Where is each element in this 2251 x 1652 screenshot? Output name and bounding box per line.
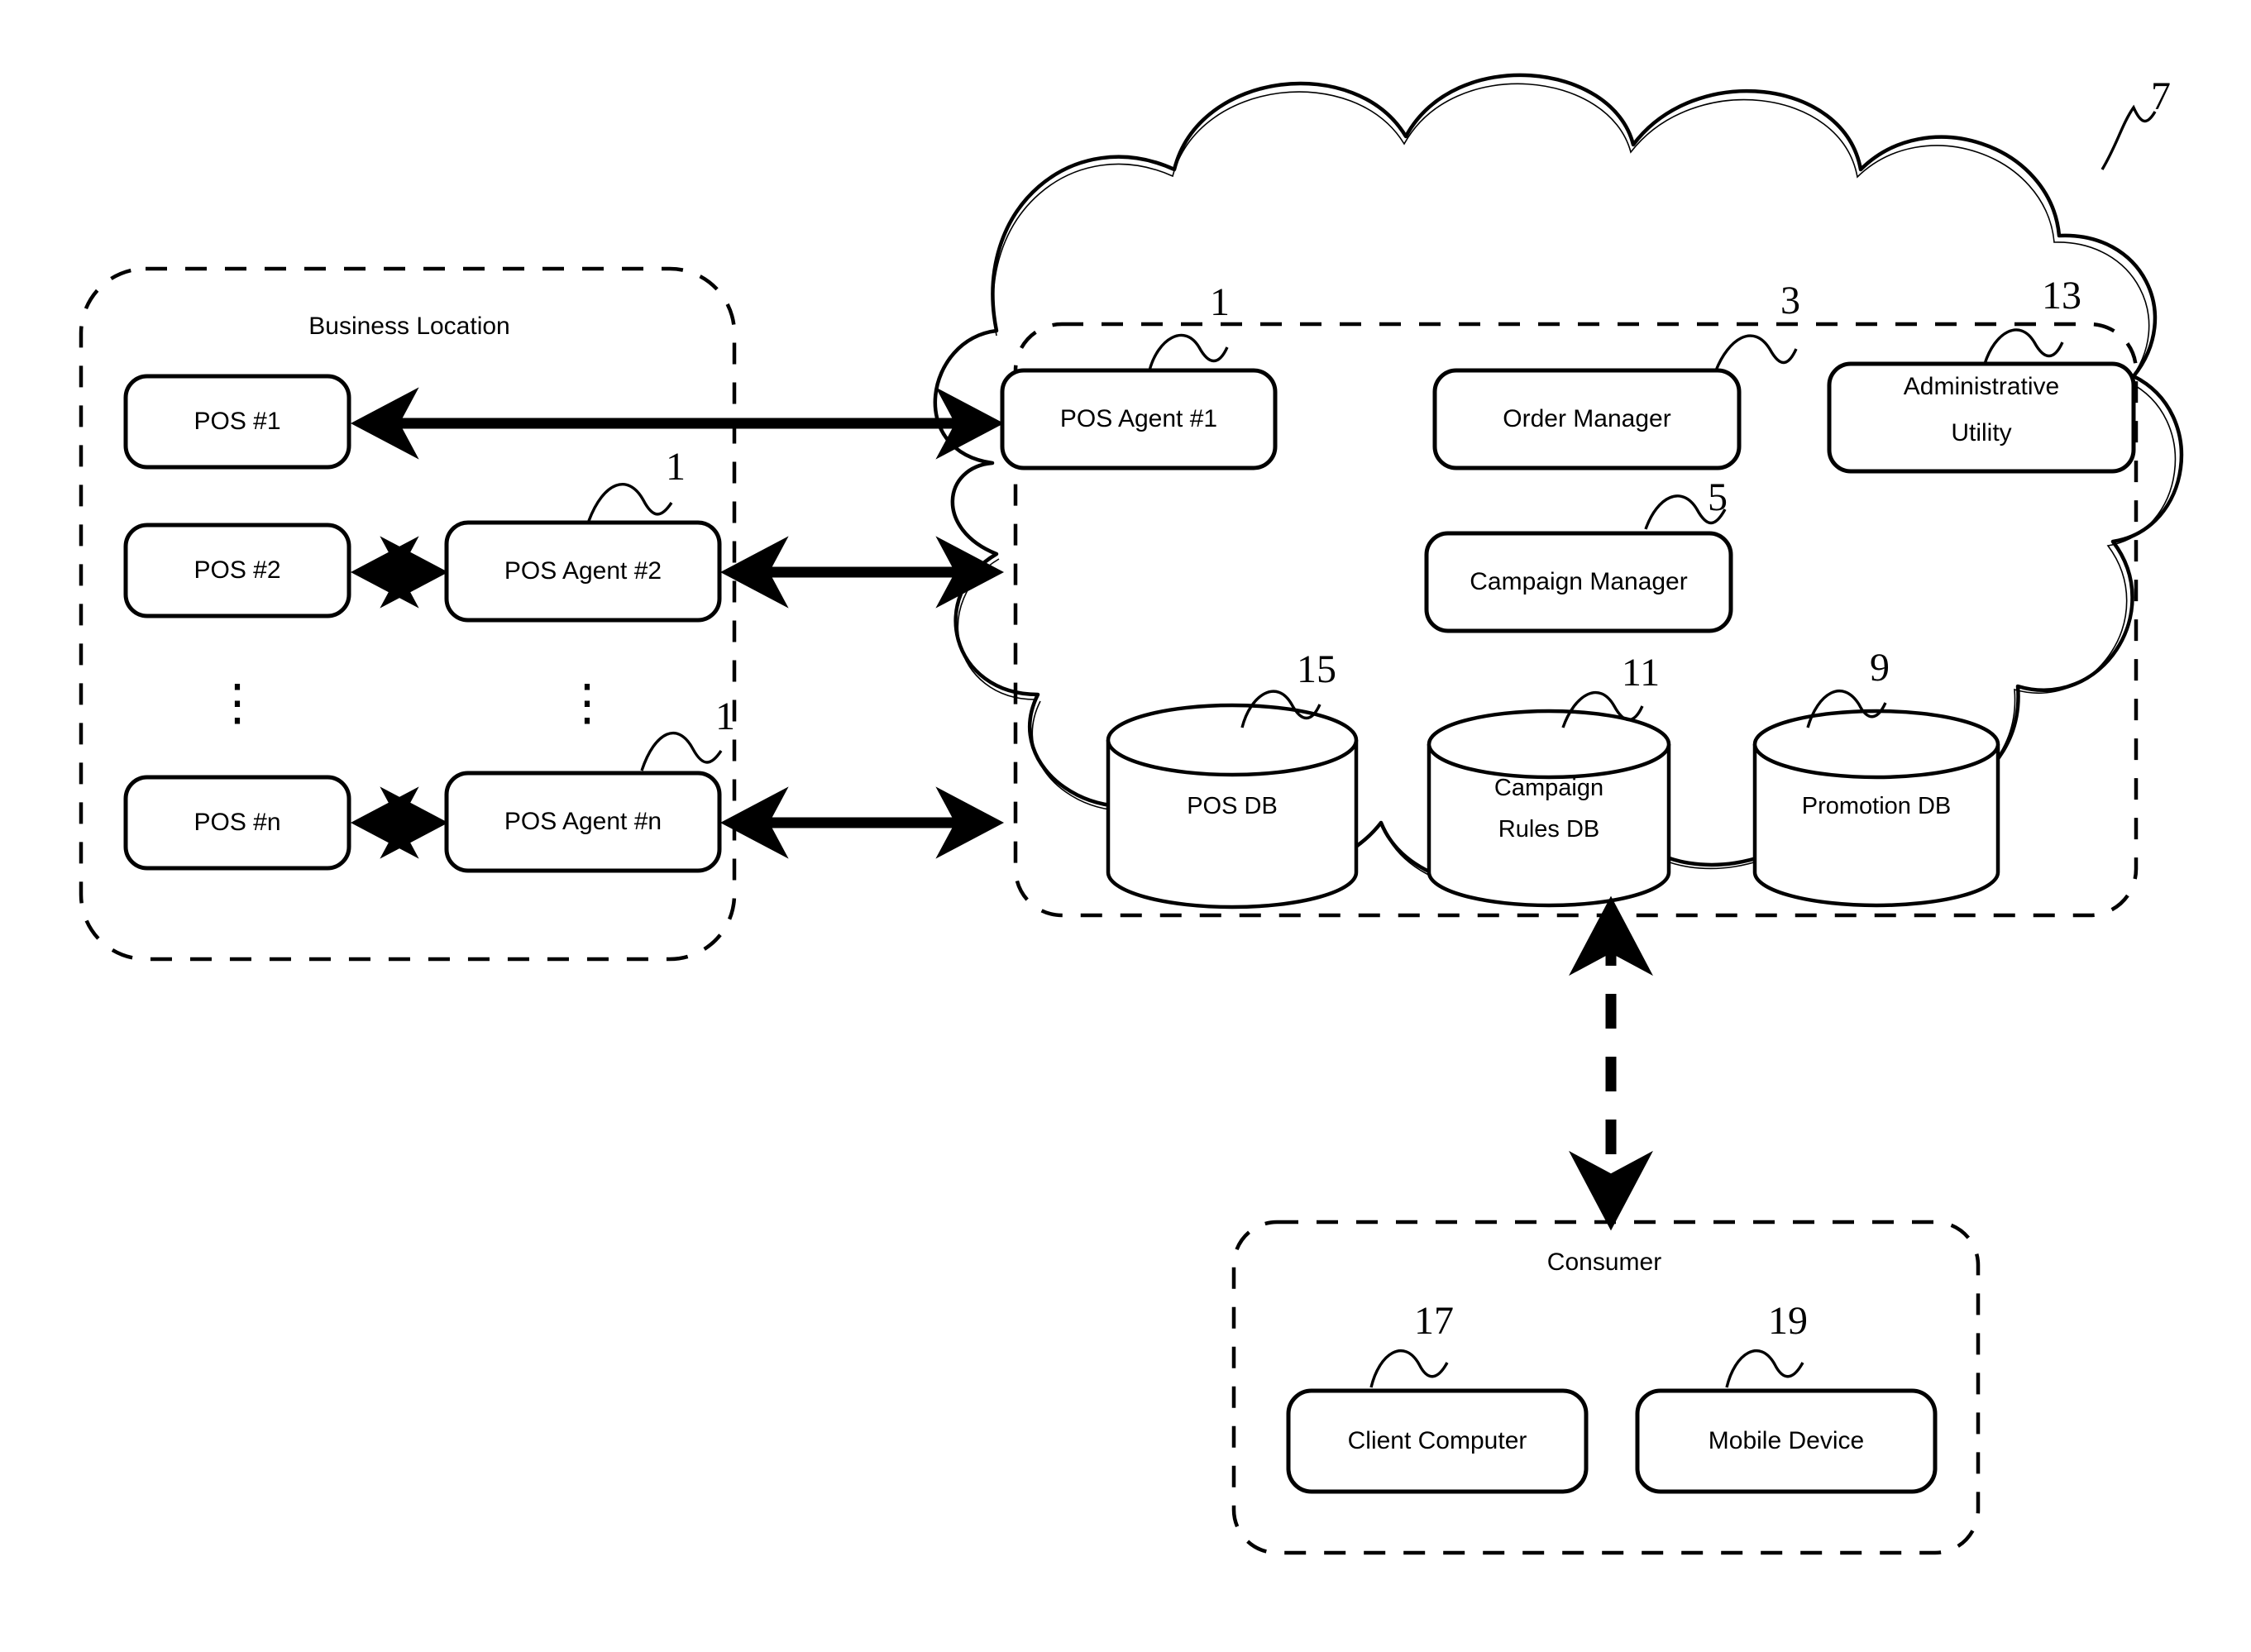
ref-leader-admin-utility	[1983, 328, 2064, 365]
ref-number-pos-agent-2: 1	[666, 444, 686, 489]
business-location-group-label: Business Location	[308, 313, 510, 341]
label-promotion-db: Promotion DB	[1801, 792, 1952, 819]
ref-number-pos-agent-1: 1	[1210, 279, 1230, 324]
ref-number-promotion-db: 9	[1870, 645, 1890, 690]
ref-leader-order-manager	[1714, 334, 1798, 371]
ref-number-mobile-device: 19	[1768, 1298, 1808, 1343]
ellipsis-pos-column: ⋮	[213, 674, 262, 730]
ref-leader-mobile-device	[1725, 1349, 1804, 1388]
ref-number-campaign-manager: 5	[1708, 475, 1728, 519]
label-pos-agent-n: POS Agent #n	[504, 808, 662, 836]
label-pos-n: POS #n	[194, 809, 281, 837]
label-administrative-utility-line2: Utility	[1951, 419, 2012, 447]
label-administrative-utility-line1: Administrative	[1903, 373, 2060, 401]
ref-number-admin-utility: 13	[2042, 273, 2081, 318]
label-pos-db: POS DB	[1187, 792, 1278, 819]
consumer-group-label: Consumer	[1546, 1249, 1662, 1277]
ref-number-campaign-rules-db: 11	[1621, 650, 1661, 695]
label-pos-agent-1: POS Agent #1	[1059, 405, 1218, 433]
ref-number-order-manager: 3	[1780, 278, 1800, 322]
label-campaign-manager: Campaign Manager	[1470, 568, 1688, 596]
ref-leader-pos-agent-1	[1148, 333, 1229, 371]
label-pos-agent-2: POS Agent #2	[504, 557, 662, 585]
diagram-canvas: Business Location POS #1 POS #2 POS #n P…	[0, 0, 2251, 1652]
ellipsis-pos-agent-column: ⋮	[562, 674, 612, 730]
label-client-computer: Client Computer	[1347, 1427, 1527, 1455]
ref-number-pos-agent-n: 1	[715, 694, 735, 738]
label-campaign-rules-db-line1: Campaign	[1493, 774, 1604, 801]
ref-number-pos-db: 15	[1297, 647, 1336, 691]
ref-leader-client-computer	[1369, 1349, 1449, 1388]
ref-leader-pos-agent-2	[587, 483, 673, 522]
label-pos-1: POS #1	[194, 408, 281, 436]
label-order-manager: Order Manager	[1503, 405, 1671, 433]
ref-number-cloud: 7	[2151, 74, 2171, 118]
ref-number-client-computer: 17	[1414, 1298, 1454, 1343]
label-campaign-rules-db-line2: Rules DB	[1498, 815, 1600, 843]
label-mobile-device: Mobile Device	[1708, 1427, 1865, 1455]
label-pos-2: POS #2	[194, 556, 281, 585]
